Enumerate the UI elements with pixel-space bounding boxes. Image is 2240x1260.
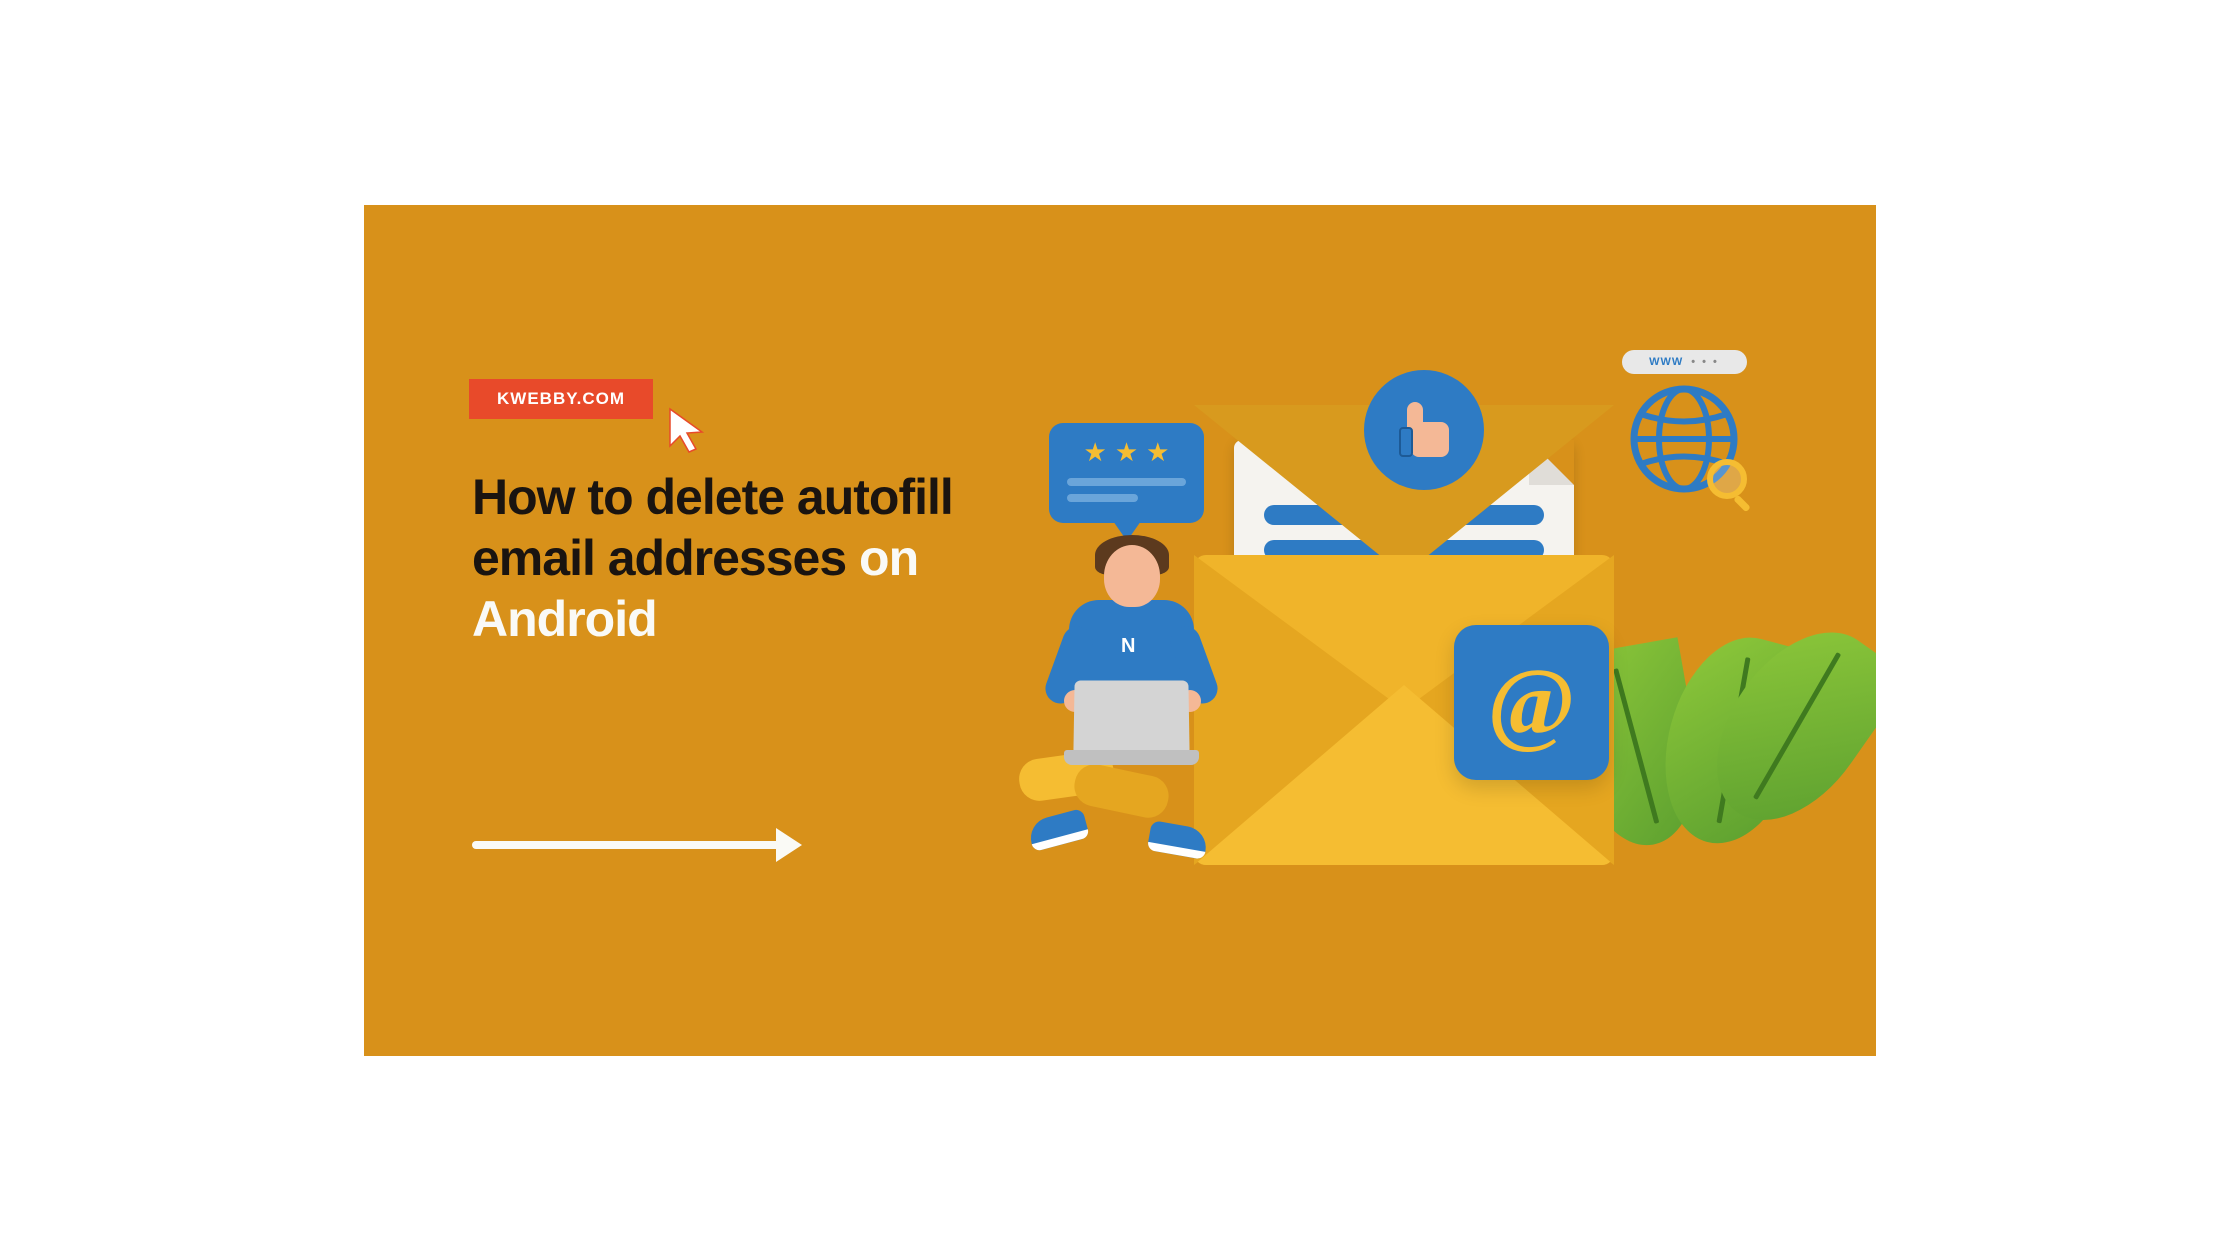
head xyxy=(1104,545,1160,607)
shirt-letter: N xyxy=(1121,635,1135,658)
globe-www-group: WWW • • • xyxy=(1614,350,1754,520)
leg xyxy=(1071,760,1173,821)
arrow-head xyxy=(776,828,802,862)
shoe xyxy=(1026,808,1090,852)
shoe xyxy=(1147,820,1209,860)
at-sign-icon: @ xyxy=(1487,647,1575,757)
hero-illustration: ★ ★ ★ @ WWW • • • xyxy=(1004,335,1824,935)
star-icon: ★ xyxy=(1084,437,1107,468)
url-bar: WWW • • • xyxy=(1622,350,1747,374)
at-sign-badge: @ xyxy=(1454,625,1609,780)
brand-badge: KWEBBY.COM xyxy=(469,379,653,419)
globe-icon xyxy=(1629,384,1739,494)
thumbs-up-icon xyxy=(1399,402,1449,457)
brand-label: KWEBBY.COM xyxy=(497,389,625,408)
arrow-line xyxy=(472,841,782,849)
laptop-base xyxy=(1064,750,1199,765)
star-icon: ★ xyxy=(1146,437,1169,468)
star-rating: ★ ★ ★ xyxy=(1067,437,1186,468)
text-line-icon xyxy=(1067,478,1186,486)
star-icon: ★ xyxy=(1115,437,1138,468)
review-bubble: ★ ★ ★ xyxy=(1049,423,1204,523)
text-line-icon xyxy=(1067,494,1138,502)
laptop-icon xyxy=(1073,680,1189,755)
dots-icon: • • • xyxy=(1691,356,1719,368)
arrow-right-icon xyxy=(472,830,802,860)
www-label: WWW xyxy=(1649,356,1683,368)
magnifier-icon xyxy=(1707,459,1747,499)
banner-canvas: KWEBBY.COM How to delete autofill email … xyxy=(364,205,1876,1056)
thumbs-up-badge xyxy=(1364,370,1484,490)
person-with-laptop: N xyxy=(1009,535,1249,875)
page-headline: How to delete autofill email addresses o… xyxy=(472,467,962,650)
